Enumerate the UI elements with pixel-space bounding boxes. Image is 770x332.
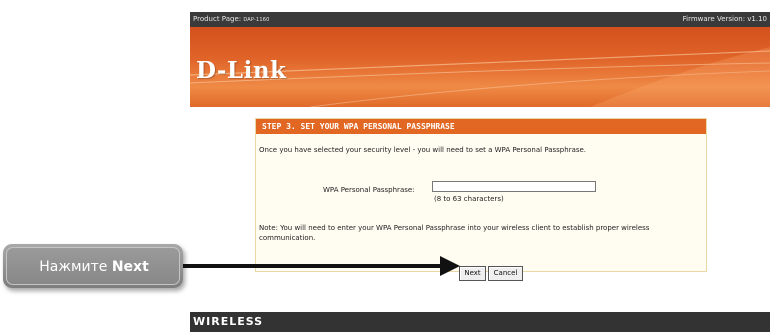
header-banner: D-Link (190, 27, 770, 107)
callout-text-prefix: Нажмите (39, 259, 112, 275)
router-config-page: Product Page: DAP-1160 Firmware Version:… (190, 12, 770, 332)
product-model: DAP-1160 (243, 17, 270, 23)
callout-text-bold: Next (111, 259, 149, 275)
firmware-version: Firmware Version: v1.10 (682, 15, 767, 23)
passphrase-hint: (8 to 63 characters) (434, 195, 504, 203)
product-page-label: Product Page: DAP-1160 (193, 12, 270, 28)
footer-wireless-bar: WIRELESS (190, 312, 770, 332)
next-button[interactable]: Next (459, 266, 486, 281)
callout-text: Нажмите Next (7, 248, 181, 286)
callout-inner-box: Нажмите Next (6, 247, 180, 285)
wizard-panel: STEP 3. SET YOUR WPA PERSONAL PASSPHRASE… (255, 118, 707, 281)
product-prefix: Product Page: (193, 15, 244, 23)
instruction-callout: Нажмите Next (3, 244, 183, 288)
note-text: Note: You will need to enter your WPA Pe… (259, 224, 650, 242)
intro-text: Once you have selected your security lev… (259, 146, 587, 154)
passphrase-label: WPA Personal Passphrase: (323, 186, 415, 194)
cancel-button[interactable]: Cancel (488, 266, 523, 281)
dlink-logo: D-Link (196, 57, 287, 84)
passphrase-input[interactable] (432, 181, 596, 192)
top-info-bar: Product Page: DAP-1160 Firmware Version:… (190, 12, 770, 27)
wizard-step-title: STEP 3. SET YOUR WPA PERSONAL PASSPHRASE (256, 119, 706, 134)
